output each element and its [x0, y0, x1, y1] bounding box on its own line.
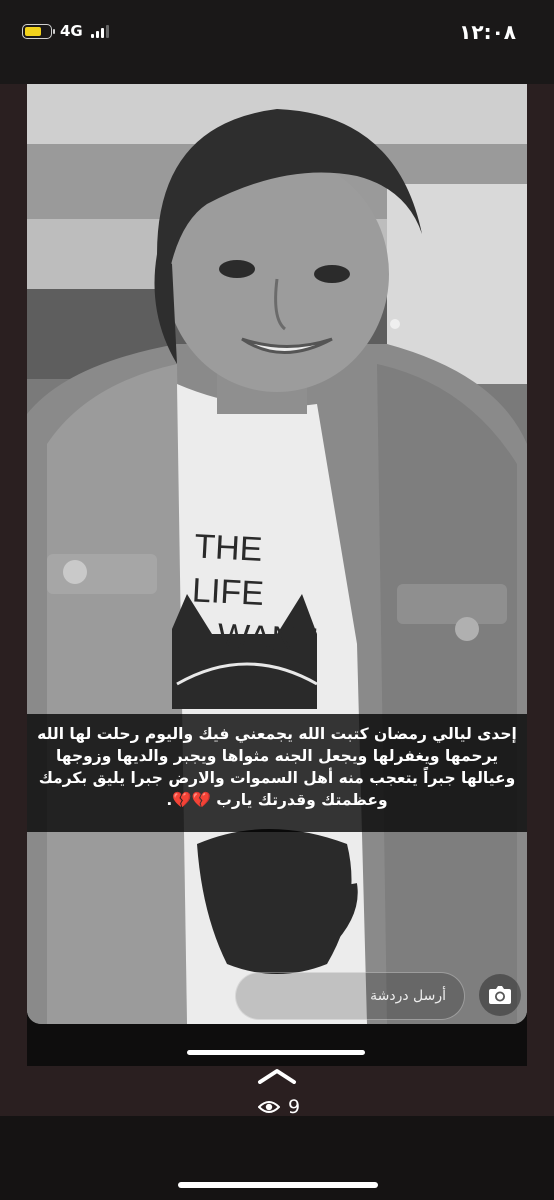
- story-caption: إحدى ليالي رمضان كتبت الله يجمعني فيك وا…: [27, 714, 527, 832]
- story-home-indicator: [187, 1050, 365, 1055]
- story-frame[interactable]: THE LIFE WANT إحدى ليالي رمضان كتبت الله…: [27, 84, 527, 1066]
- network-type: 4G: [60, 22, 83, 40]
- story-photo: THE LIFE WANT: [27, 84, 527, 1024]
- eye-icon: [258, 1101, 280, 1113]
- status-left: 4G: [22, 22, 109, 40]
- swipe-up-button[interactable]: [257, 1068, 297, 1088]
- signal-icon: [90, 24, 109, 38]
- shirt-text-line1: THE LIFE: [191, 527, 265, 614]
- reply-bar: أرسل دردشة: [27, 972, 527, 1020]
- battery-icon: [22, 23, 55, 39]
- status-bar: 4G ١٢:٠٨: [0, 0, 554, 84]
- camera-icon: [489, 986, 511, 1004]
- camera-button[interactable]: [479, 974, 521, 1016]
- home-indicator[interactable]: [178, 1182, 378, 1188]
- shirt-text-line2: WANT: [216, 616, 318, 660]
- view-count-number: 9: [288, 1096, 301, 1118]
- send-chat-input[interactable]: أرسل دردشة: [235, 972, 465, 1020]
- view-count[interactable]: 9: [258, 1096, 300, 1118]
- chevron-up-icon: [258, 1069, 296, 1084]
- status-clock: ١٢:٠٨: [459, 20, 516, 44]
- shirt-print-text: THE LIFE WANT: [189, 524, 336, 663]
